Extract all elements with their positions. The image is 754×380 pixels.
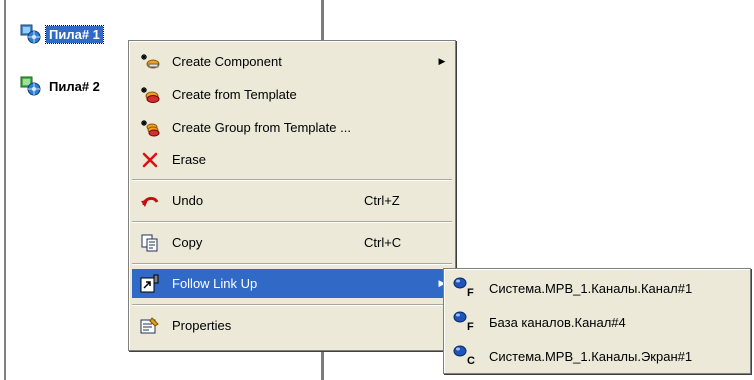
tree-item-label: Пила# 2 <box>49 78 100 94</box>
undo-icon <box>140 191 160 211</box>
menu-item-erase[interactable]: Erase <box>132 145 452 174</box>
context-menu: Create Component ▶ Create from Template … <box>128 40 456 351</box>
menu-separator <box>132 221 452 223</box>
link-type-letter: F <box>467 287 474 299</box>
submenu-item-link-3[interactable]: C Система.МРВ_1.Каналы.Экран#1 <box>447 341 747 371</box>
submenu-item-link-1[interactable]: F Система.МРВ_1.Каналы.Канал#1 <box>447 273 747 303</box>
menu-item-label: Properties <box>172 318 232 333</box>
copy-icon <box>140 233 160 253</box>
erase-icon <box>140 150 160 170</box>
tree-item-2[interactable]: Пила# 2 <box>20 76 103 96</box>
menu-item-label: Undo <box>172 193 204 208</box>
submenu-item-label: База каналов.Канал#4 <box>489 314 626 330</box>
menu-separator <box>132 304 452 306</box>
link-type-letter: F <box>467 321 474 333</box>
menu-shortcut: Ctrl+Z <box>364 193 400 208</box>
submenu-arrow-icon: ▶ <box>438 56 446 66</box>
menu-item-create-from-template[interactable]: Create from Template <box>132 80 452 109</box>
link-node-icon: C <box>453 345 481 367</box>
menu-item-create-component[interactable]: Create Component ▶ <box>132 47 452 76</box>
component-icon <box>20 24 42 44</box>
submenu-item-label: Система.МРВ_1.Каналы.Канал#1 <box>489 280 693 296</box>
link-node-icon: F <box>453 311 481 333</box>
menu-item-create-group-from-template[interactable]: Create Group from Template ... <box>132 113 452 142</box>
create-group-icon <box>140 118 160 138</box>
create-component-icon <box>140 52 160 72</box>
menu-item-label: Create Component <box>172 54 282 69</box>
menu-item-undo[interactable]: Undo Ctrl+Z <box>132 186 452 215</box>
menu-item-label: Follow Link Up <box>172 276 258 291</box>
menu-separator <box>132 263 452 265</box>
component-icon <box>20 76 42 96</box>
menu-item-label: Create from Template <box>172 87 297 102</box>
link-node-icon: F <box>453 277 481 299</box>
menu-item-label: Create Group from Template ... <box>172 120 351 135</box>
menu-separator <box>132 179 452 181</box>
menu-item-properties[interactable]: Properties <box>132 311 452 340</box>
tree-item-1[interactable]: Пила# 1 <box>20 24 104 44</box>
menu-item-label: Erase <box>172 152 206 167</box>
menu-item-copy[interactable]: Copy Ctrl+C <box>132 228 452 257</box>
follow-link-icon <box>140 274 160 294</box>
create-template-icon <box>140 85 160 105</box>
properties-icon <box>140 316 160 336</box>
submenu-item-label: Система.МРВ_1.Каналы.Экран#1 <box>489 348 693 364</box>
menu-shortcut: Ctrl+C <box>364 235 402 250</box>
follow-link-submenu: F Система.МРВ_1.Каналы.Канал#1 F База ка… <box>443 268 751 374</box>
menu-item-label: Copy <box>172 235 203 250</box>
menu-item-follow-link-up[interactable]: Follow Link Up ▶ <box>132 269 452 298</box>
tree-item-label: Пила# 1 <box>45 24 104 44</box>
submenu-item-link-2[interactable]: F База каналов.Канал#4 <box>447 307 747 337</box>
link-type-letter: C <box>467 355 475 367</box>
